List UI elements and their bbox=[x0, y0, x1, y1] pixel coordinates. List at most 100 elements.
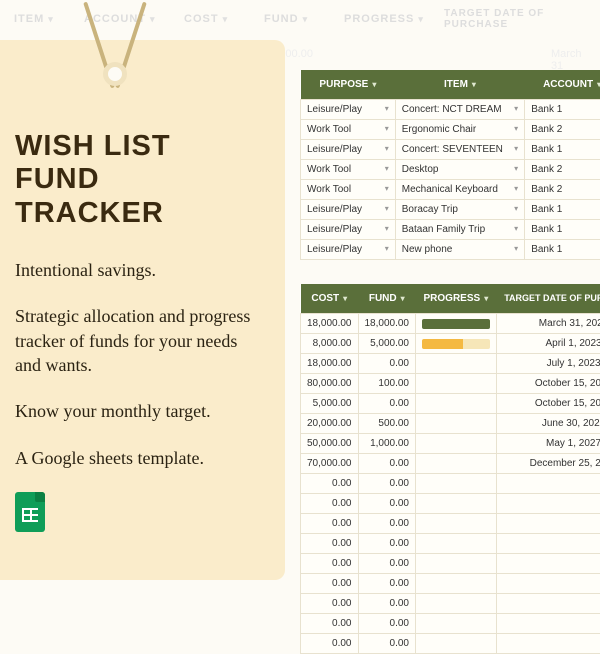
date-cell[interactable] bbox=[496, 594, 600, 614]
col-target-date[interactable]: TARGET DATE OF PURCHASE▾ bbox=[496, 284, 600, 314]
table-row[interactable]: Leisure/Play▾Bataan Family Trip▾Bank 1 bbox=[301, 220, 600, 240]
purpose-cell[interactable]: Work Tool▾ bbox=[301, 180, 396, 200]
table-row-empty[interactable]: 0.000.00 bbox=[301, 574, 600, 594]
account-cell[interactable]: Bank 1 bbox=[525, 200, 600, 220]
col-account[interactable]: ACCOUNT▾ bbox=[525, 70, 600, 100]
item-cell[interactable]: Concert: SEVENTEEN▾ bbox=[395, 140, 524, 160]
table-row[interactable]: 70,000.000.00December 25, 20274y and 4m bbox=[301, 454, 600, 474]
table-row[interactable]: Leisure/Play▾Boracay Trip▾Bank 1 bbox=[301, 200, 600, 220]
table-row[interactable]: Work Tool▾Desktop▾Bank 2 bbox=[301, 160, 600, 180]
col-item[interactable]: ITEM▾ bbox=[395, 70, 524, 100]
table-row-empty[interactable]: 0.000.00 bbox=[301, 594, 600, 614]
table-row[interactable]: 20,000.00500.00June 30, 20252y and 5m bbox=[301, 414, 600, 434]
fund-cell[interactable]: 0.00 bbox=[358, 494, 416, 514]
date-cell[interactable]: May 1, 2027 bbox=[496, 434, 600, 454]
account-cell[interactable]: Bank 1 bbox=[525, 140, 600, 160]
table-row[interactable]: Work Tool▾Mechanical Keyboard▾Bank 2 bbox=[301, 180, 600, 200]
cost-cell[interactable]: 5,000.00 bbox=[301, 394, 359, 414]
item-cell[interactable]: Mechanical Keyboard▾ bbox=[395, 180, 524, 200]
date-cell[interactable]: December 25, 2027 bbox=[496, 454, 600, 474]
account-cell[interactable]: Bank 1 bbox=[525, 220, 600, 240]
cost-cell[interactable]: 0.00 bbox=[301, 634, 359, 654]
item-cell[interactable]: New phone▾ bbox=[395, 240, 524, 260]
date-cell[interactable]: March 31, 2023 bbox=[496, 314, 600, 334]
table-row[interactable]: Leisure/Play▾New phone▾Bank 1 bbox=[301, 240, 600, 260]
table-row[interactable]: 50,000.001,000.00May 1, 20274y and 4m bbox=[301, 434, 600, 454]
fund-cell[interactable]: 100.00 bbox=[358, 374, 416, 394]
purpose-cell[interactable]: Leisure/Play▾ bbox=[301, 200, 396, 220]
date-cell[interactable] bbox=[496, 554, 600, 574]
table-row-empty[interactable]: 0.000.00 bbox=[301, 534, 600, 554]
fund-cell[interactable]: 0.00 bbox=[358, 354, 416, 374]
account-cell[interactable]: Bank 2 bbox=[525, 160, 600, 180]
col-cost[interactable]: COST▾ bbox=[301, 284, 359, 314]
fund-cell[interactable]: 0.00 bbox=[358, 454, 416, 474]
table-row[interactable]: Leisure/Play▾Concert: SEVENTEEN▾Bank 1 bbox=[301, 140, 600, 160]
table-row-empty[interactable]: 0.000.00 bbox=[301, 614, 600, 634]
col-progress[interactable]: PROGRESS▾ bbox=[416, 284, 497, 314]
purpose-cell[interactable]: Leisure/Play▾ bbox=[301, 140, 396, 160]
item-cell[interactable]: Desktop▾ bbox=[395, 160, 524, 180]
cost-cell[interactable]: 20,000.00 bbox=[301, 414, 359, 434]
cost-cell[interactable]: 0.00 bbox=[301, 614, 359, 634]
date-cell[interactable] bbox=[496, 634, 600, 654]
cost-cell[interactable]: 0.00 bbox=[301, 514, 359, 534]
date-cell[interactable] bbox=[496, 574, 600, 594]
item-cell[interactable]: Bataan Family Trip▾ bbox=[395, 220, 524, 240]
fund-cell[interactable]: 0.00 bbox=[358, 474, 416, 494]
fund-cell[interactable]: 0.00 bbox=[358, 534, 416, 554]
fund-cell[interactable]: 0.00 bbox=[358, 514, 416, 534]
purpose-cell[interactable]: Leisure/Play▾ bbox=[301, 100, 396, 120]
fund-cell[interactable]: 0.00 bbox=[358, 614, 416, 634]
cost-cell[interactable]: 8,000.00 bbox=[301, 334, 359, 354]
date-cell[interactable]: April 1, 2023 bbox=[496, 334, 600, 354]
fund-cell[interactable]: 500.00 bbox=[358, 414, 416, 434]
cost-cell[interactable]: 80,000.00 bbox=[301, 374, 359, 394]
fund-cell[interactable]: 0.00 bbox=[358, 554, 416, 574]
fund-cell[interactable]: 0.00 bbox=[358, 574, 416, 594]
cost-cell[interactable]: 0.00 bbox=[301, 554, 359, 574]
account-cell[interactable]: Bank 2 bbox=[525, 120, 600, 140]
fund-cell[interactable]: 0.00 bbox=[358, 634, 416, 654]
cost-cell[interactable]: 0.00 bbox=[301, 594, 359, 614]
date-cell[interactable] bbox=[496, 514, 600, 534]
fund-cell[interactable]: 0.00 bbox=[358, 594, 416, 614]
table-row-empty[interactable]: 0.000.00 bbox=[301, 494, 600, 514]
account-cell[interactable]: Bank 1 bbox=[525, 240, 600, 260]
cost-cell[interactable]: 50,000.00 bbox=[301, 434, 359, 454]
fund-cell[interactable]: 1,000.00 bbox=[358, 434, 416, 454]
purpose-cell[interactable]: Work Tool▾ bbox=[301, 120, 396, 140]
cost-cell[interactable]: 0.00 bbox=[301, 474, 359, 494]
col-fund[interactable]: FUND▾ bbox=[358, 284, 416, 314]
table-row-empty[interactable]: 0.000.00 bbox=[301, 634, 600, 654]
table-row-empty[interactable]: 0.000.00 bbox=[301, 514, 600, 534]
date-cell[interactable]: June 30, 2025 bbox=[496, 414, 600, 434]
fund-cell[interactable]: 18,000.00 bbox=[358, 314, 416, 334]
purpose-cell[interactable]: Leisure/Play▾ bbox=[301, 240, 396, 260]
date-cell[interactable]: July 1, 2023 bbox=[496, 354, 600, 374]
table-row[interactable]: 18,000.0018,000.00March 31, 20233m bbox=[301, 314, 600, 334]
table-row[interactable]: Work Tool▾Ergonomic Chair▾Bank 2 bbox=[301, 120, 600, 140]
purpose-cell[interactable]: Leisure/Play▾ bbox=[301, 220, 396, 240]
table-row-empty[interactable]: 0.000.00 bbox=[301, 474, 600, 494]
table-row[interactable]: 80,000.00100.00October 15, 20239m bbox=[301, 374, 600, 394]
purpose-cell[interactable]: Work Tool▾ bbox=[301, 160, 396, 180]
cost-cell[interactable]: 70,000.00 bbox=[301, 454, 359, 474]
cost-cell[interactable]: 0.00 bbox=[301, 494, 359, 514]
date-cell[interactable] bbox=[496, 474, 600, 494]
date-cell[interactable] bbox=[496, 494, 600, 514]
table-row-empty[interactable]: 0.000.00 bbox=[301, 554, 600, 574]
account-cell[interactable]: Bank 1 bbox=[525, 100, 600, 120]
fund-cell[interactable]: 0.00 bbox=[358, 394, 416, 414]
cost-cell[interactable]: 0.00 bbox=[301, 534, 359, 554]
date-cell[interactable] bbox=[496, 614, 600, 634]
account-cell[interactable]: Bank 2 bbox=[525, 180, 600, 200]
cost-cell[interactable]: 18,000.00 bbox=[301, 354, 359, 374]
table-row[interactable]: 5,000.000.00October 15, 20239m bbox=[301, 394, 600, 414]
date-cell[interactable] bbox=[496, 534, 600, 554]
item-cell[interactable]: Concert: NCT DREAM▾ bbox=[395, 100, 524, 120]
item-cell[interactable]: Boracay Trip▾ bbox=[395, 200, 524, 220]
item-cell[interactable]: Ergonomic Chair▾ bbox=[395, 120, 524, 140]
table-row[interactable]: Leisure/Play▾Concert: NCT DREAM▾Bank 1 bbox=[301, 100, 600, 120]
fund-cell[interactable]: 5,000.00 bbox=[358, 334, 416, 354]
